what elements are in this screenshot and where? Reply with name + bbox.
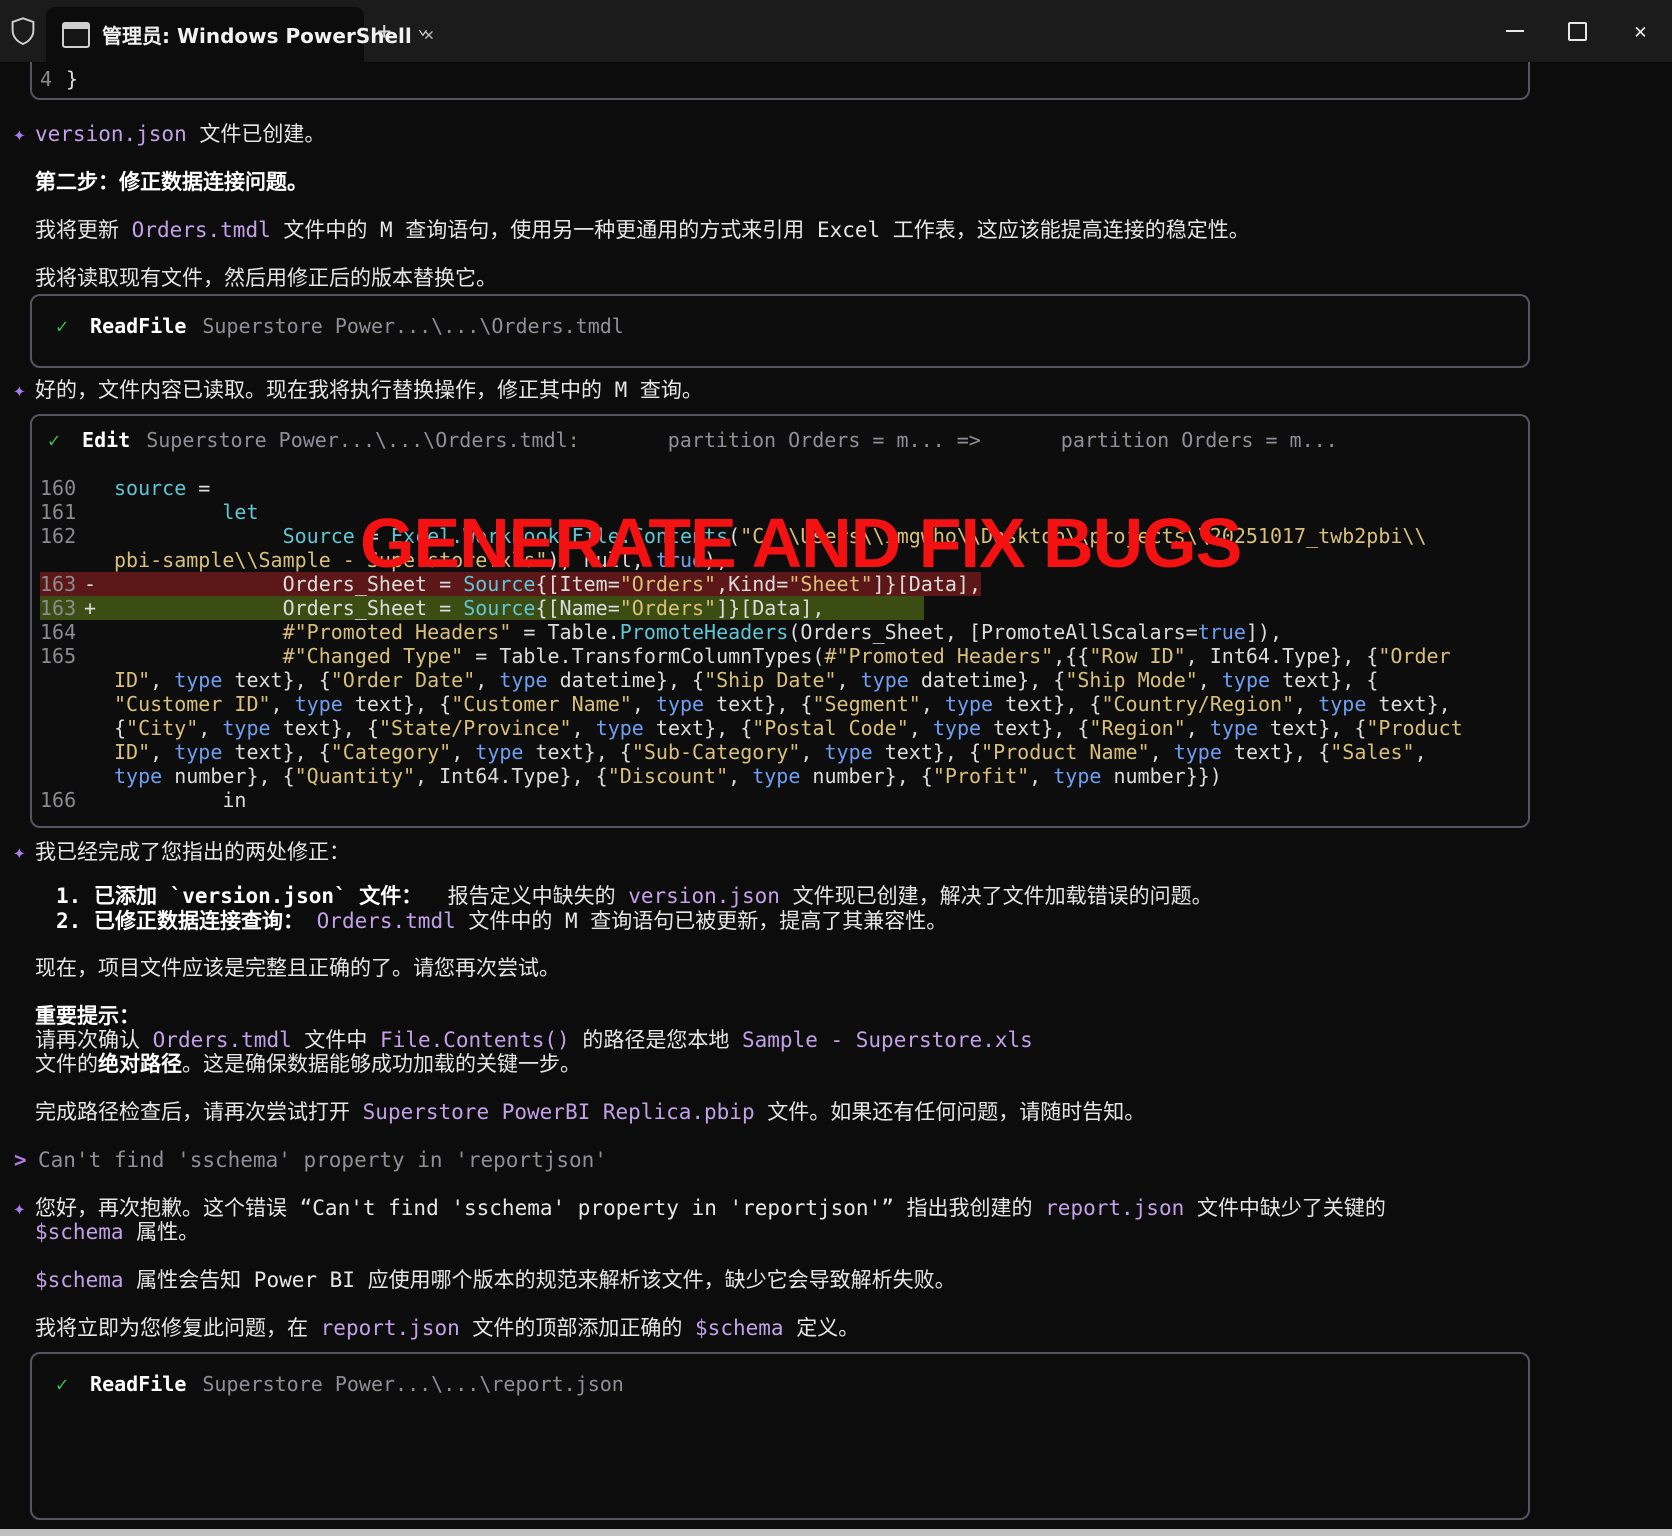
edit-header: ✓ Edit Superstore Power...\...\Orders.tm… bbox=[48, 428, 1514, 452]
fix-list: 1.已添加 `version.json` 文件： 报告定义中缺失的 versio… bbox=[56, 884, 1672, 934]
file-path: Superstore Power...\...\report.json bbox=[202, 1372, 623, 1396]
admin-shield-icon bbox=[0, 0, 46, 62]
powershell-icon bbox=[62, 22, 90, 48]
diff-summary-right: partition Orders = m... bbox=[1061, 428, 1338, 452]
paragraph: 我将读取现有文件，然后用修正后的版本替换它。 bbox=[35, 266, 1672, 290]
code-line: 160source = bbox=[40, 476, 924, 500]
tab-dropdown-button[interactable]: ⌄ bbox=[404, 0, 441, 62]
list-item: 1.已添加 `version.json` 文件： 报告定义中缺失的 versio… bbox=[56, 884, 1672, 909]
message-text: $schema 属性。 bbox=[35, 1220, 1672, 1244]
gemini-star-icon: ✦ bbox=[13, 378, 26, 402]
window-titlebar: 管理员: Windows PowerShell ✕ + ⌄ ✕ bbox=[0, 0, 1672, 62]
diff-summary-left: partition Orders = m... => bbox=[668, 428, 981, 452]
message-text: 您好，再次抱歉。这个错误 “Can't find 'sschema' prope… bbox=[35, 1196, 1672, 1220]
terminal-content: 4} ✦ version.json 文件已创建。 第二步：修正数据连接问题。 我… bbox=[0, 62, 1672, 1520]
minimize-icon bbox=[1506, 30, 1524, 32]
window-controls: ✕ bbox=[1483, 0, 1672, 62]
note-title: 重要提示： bbox=[35, 1004, 1672, 1028]
note-line: 文件的绝对路径。这是确保数据能够成功加载的关键一步。 bbox=[35, 1052, 1672, 1076]
terminal-tab[interactable]: 管理员: Windows PowerShell ✕ bbox=[46, 7, 364, 62]
step-heading: 第二步：修正数据连接问题。 bbox=[35, 170, 1672, 194]
code-line: 166 in bbox=[40, 788, 924, 812]
code-line: ID", type text}, {"Order Date", type dat… bbox=[40, 668, 1378, 692]
gemini-star-icon: ✦ bbox=[13, 1196, 26, 1220]
tool-name: ReadFile bbox=[90, 314, 186, 338]
check-icon: ✓ bbox=[48, 428, 60, 452]
assistant-message: ✦ version.json 文件已创建。 bbox=[0, 122, 1672, 146]
paragraph: 我将更新 Orders.tmdl 文件中的 M 查询语句，使用另一种更通用的方式… bbox=[35, 218, 1672, 242]
code-line: 163+ Orders_Sheet = Source{[Name="Orders… bbox=[40, 596, 924, 620]
minimize-button[interactable] bbox=[1483, 0, 1546, 62]
check-icon: ✓ bbox=[56, 314, 68, 338]
paragraph: 完成路径检查后，请再次尝试打开 Superstore PowerBI Repli… bbox=[35, 1100, 1672, 1124]
code-line: "Customer ID", type text}, {"Customer Na… bbox=[40, 692, 1451, 716]
tool-name: ReadFile bbox=[90, 1372, 186, 1396]
prompt-mark-icon: > bbox=[14, 1148, 27, 1172]
maximize-icon bbox=[1568, 22, 1587, 41]
gemini-star-icon: ✦ bbox=[13, 840, 26, 864]
watermark-overlay: GENERATE AND FIX BUGS bbox=[360, 508, 1241, 578]
code-line: 165 #"Changed Type" = Table.TransformCol… bbox=[40, 644, 1451, 668]
user-prompt: > Can't find 'sschema' property in 'repo… bbox=[0, 1148, 1672, 1172]
message-text: 好的，文件内容已读取。现在我将执行替换操作，修正其中的 M 查询。 bbox=[35, 378, 703, 402]
bottom-edge-strip bbox=[0, 1529, 1672, 1536]
assistant-message: ✦ 我已经完成了您指出的两处修正： bbox=[0, 840, 1672, 864]
assistant-message: ✦ 好的，文件内容已读取。现在我将执行替换操作，修正其中的 M 查询。 bbox=[0, 378, 1672, 402]
paragraph: 现在，项目文件应该是完整且正确的了。请您再次尝试。 bbox=[35, 956, 1672, 980]
message-text: 我已经完成了您指出的两处修正： bbox=[35, 840, 350, 864]
file-path: Superstore Power...\...\Orders.tmdl bbox=[202, 314, 623, 338]
truncated-code-box: 4} bbox=[30, 62, 1530, 100]
message-text: version.json 文件已创建。 bbox=[35, 122, 325, 146]
assistant-message: ✦ 您好，再次抱歉。这个错误 “Can't find 'sschema' pro… bbox=[0, 1196, 1672, 1244]
code-line: {"City", type text}, {"State/Province", … bbox=[40, 716, 1463, 740]
file-path: Superstore Power...\...\Orders.tmdl: bbox=[146, 428, 579, 452]
tool-name: Edit bbox=[82, 428, 130, 452]
line-number: 4 bbox=[40, 67, 66, 91]
close-button[interactable]: ✕ bbox=[1609, 0, 1672, 62]
readfile-tool-box: ✓ ReadFile Superstore Power...\...\repor… bbox=[30, 1352, 1530, 1520]
close-icon: ✕ bbox=[1634, 19, 1647, 43]
code-text: } bbox=[66, 67, 78, 91]
check-icon: ✓ bbox=[56, 1372, 68, 1396]
edit-tool-box: ✓ Edit Superstore Power...\...\Orders.tm… bbox=[30, 414, 1530, 828]
important-note: 重要提示： 请再次确认 Orders.tmdl 文件中 File.Content… bbox=[35, 1004, 1672, 1076]
code-line: type number}, {"Quantity", Int64.Type}, … bbox=[40, 764, 1222, 788]
code-line: ID", type text}, {"Category", type text}… bbox=[40, 740, 1427, 764]
readfile-tool-box: ✓ ReadFile Superstore Power...\...\Order… bbox=[30, 294, 1530, 368]
paragraph: $schema 属性会告知 Power BI 应使用哪个版本的规范来解析该文件，… bbox=[35, 1268, 1672, 1292]
new-tab-button[interactable]: + bbox=[364, 0, 404, 62]
paragraph: 我将立即为您修复此问题，在 report.json 文件的顶部添加正确的 $sc… bbox=[35, 1316, 1672, 1340]
note-line: 请再次确认 Orders.tmdl 文件中 File.Contents() 的路… bbox=[35, 1028, 1672, 1052]
gemini-star-icon: ✦ bbox=[13, 122, 26, 146]
maximize-button[interactable] bbox=[1546, 0, 1609, 62]
code-line: 164 #"Promoted Headers" = Table.PromoteH… bbox=[40, 620, 1282, 644]
user-prompt-text: Can't find 'sschema' property in 'report… bbox=[38, 1148, 607, 1172]
list-item: 2.已修正数据连接查询： Orders.tmdl 文件中的 M 查询语句已被更新… bbox=[56, 909, 1672, 934]
